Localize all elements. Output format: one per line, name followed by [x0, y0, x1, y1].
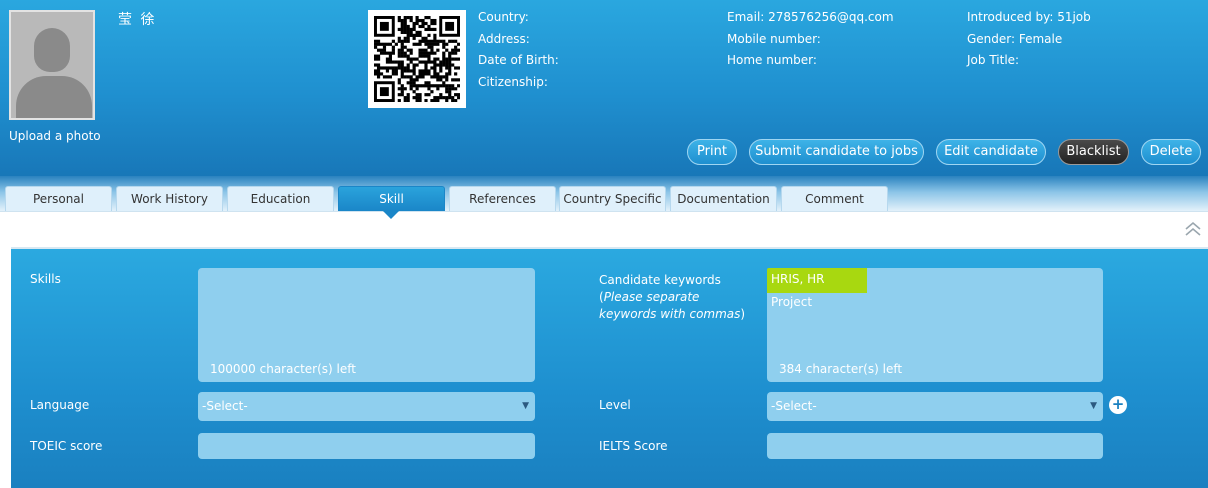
print-button[interactable]: Print: [687, 139, 737, 165]
caret-down-icon: ▼: [1090, 401, 1097, 411]
edit-candidate-button[interactable]: Edit candidate: [936, 139, 1046, 165]
tab-documentation[interactable]: Documentation: [670, 186, 777, 211]
active-tab-pointer: [383, 211, 399, 219]
tab-skill[interactable]: Skill: [338, 186, 445, 211]
caret-down-icon: ▼: [522, 401, 529, 411]
address-field: Address:: [478, 31, 530, 46]
keywords-hint: (Please separate keywords with commas): [599, 290, 746, 321]
qr-code-icon: [368, 10, 466, 108]
language-label: Language: [30, 398, 90, 412]
job-title-field: Job Title:: [967, 53, 1020, 67]
mobile-field: Mobile number:: [727, 31, 821, 46]
candidate-header: Upload a photo 莹 徐 Country: Address: Dat…: [0, 0, 1208, 176]
level-select[interactable]: -Select- ▼: [767, 392, 1103, 421]
language-select[interactable]: -Select- ▼: [198, 392, 535, 421]
toeic-input[interactable]: [198, 433, 535, 459]
dob-field: Date of Birth:: [478, 53, 559, 67]
citizenship-field: Citizenship:: [478, 74, 548, 89]
delete-button[interactable]: Delete: [1141, 139, 1201, 165]
upload-photo-link[interactable]: Upload a photo: [9, 129, 101, 143]
country-field: Country:: [478, 10, 529, 24]
plus-circle-icon[interactable]: +: [1109, 396, 1127, 414]
language-selected-value: -Select-: [202, 399, 248, 413]
info-column-misc: Introduced by: 51job Gender: Female Job …: [967, 7, 1091, 72]
double-chevron-up-icon[interactable]: [1184, 220, 1202, 238]
submit-to-jobs-button[interactable]: Submit candidate to jobs: [749, 139, 924, 165]
tab-personal[interactable]: Personal: [5, 186, 112, 211]
tab-work-history[interactable]: Work History: [116, 186, 223, 211]
introduced-by-field: Introduced by: 51job: [967, 10, 1091, 24]
info-column-contact: Email: 278576256@qq.com Mobile number: H…: [727, 7, 894, 72]
gender-field: Gender: Female: [967, 31, 1063, 46]
home-number-field: Home number:: [727, 53, 817, 67]
email-field: Email: 278576256@qq.com: [727, 10, 894, 24]
info-column-location: Country: Address: Date of Birth: Citizen…: [478, 7, 559, 93]
avatar[interactable]: [9, 10, 95, 120]
ielts-label: IELTS Score: [599, 439, 668, 453]
tab-references[interactable]: References: [449, 186, 556, 211]
candidate-name: 莹 徐: [118, 12, 157, 28]
person-silhouette-icon: [34, 28, 70, 72]
keywords-label: Candidate keywords: [599, 273, 721, 287]
blacklist-button[interactable]: Blacklist: [1058, 139, 1129, 165]
tab-country-specific[interactable]: Country Specific: [559, 186, 666, 211]
tab-comment[interactable]: Comment: [781, 186, 888, 211]
tab-education[interactable]: Education: [227, 186, 334, 211]
skills-counter: 100000 character(s) left: [210, 362, 356, 376]
ielts-input[interactable]: [767, 433, 1103, 459]
level-selected-value: -Select-: [771, 399, 817, 413]
skills-label: Skills: [30, 272, 61, 286]
keywords-counter: 384 character(s) left: [779, 362, 903, 376]
toeic-label: TOEIC score: [30, 439, 103, 453]
keywords-label-block: Candidate keywords (Please separate keyw…: [599, 272, 759, 323]
level-label: Level: [599, 398, 631, 412]
keywords-value: HRIS, HR Project: [767, 268, 867, 309]
